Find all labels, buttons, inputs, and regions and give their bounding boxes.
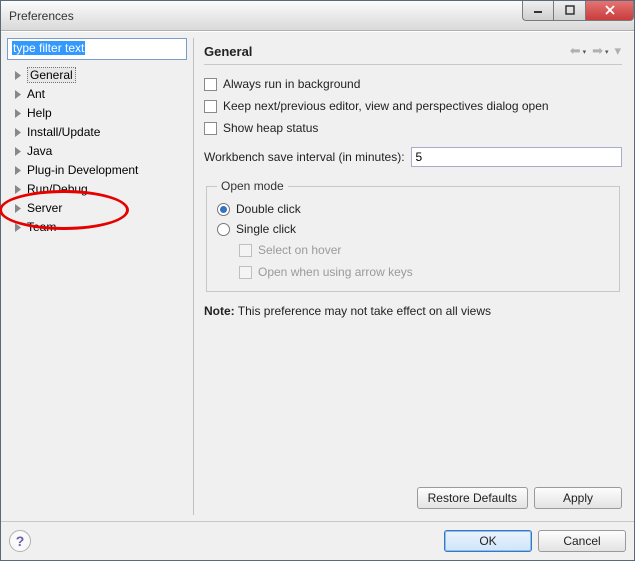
nav-back-icon[interactable]: ⬅ (569, 43, 587, 59)
nav-icons: ⬅ ➡ ▾ (569, 43, 622, 59)
tree-pane: type filter text General Ant Help Insta (7, 38, 187, 515)
checkbox-icon (204, 122, 217, 135)
radio-label: Double click (236, 202, 301, 216)
save-interval-input[interactable]: 5 (411, 147, 622, 167)
tree-label: Java (27, 144, 52, 158)
checkbox-icon (239, 244, 252, 257)
page-buttons: Restore Defaults Apply (204, 487, 622, 509)
check-label: Select on hover (258, 243, 341, 257)
check-select-on-hover: Select on hover (239, 241, 609, 259)
window-controls (522, 1, 634, 21)
spacer (204, 322, 622, 477)
open-mode-legend: Open mode (217, 179, 288, 193)
button-label: Cancel (563, 534, 600, 548)
expander-icon[interactable] (13, 203, 23, 213)
dialog-body: type filter text General Ant Help Insta (1, 31, 634, 521)
check-label: Keep next/previous editor, view and pers… (223, 99, 549, 113)
expander-icon[interactable] (13, 146, 23, 156)
check-label: Open when using arrow keys (258, 265, 413, 279)
form: Always run in background Keep next/previ… (204, 75, 622, 509)
filter-input-text: type filter text (12, 41, 85, 55)
tree-label: Plug-in Development (27, 163, 138, 177)
expander-icon[interactable] (13, 222, 23, 232)
tree-item-plugin-dev[interactable]: Plug-in Development (7, 161, 187, 179)
tree-label: General (27, 67, 76, 83)
content-header: General ⬅ ➡ ▾ (204, 38, 622, 64)
radio-icon (217, 203, 230, 216)
save-interval-label: Workbench save interval (in minutes): (204, 150, 405, 164)
radio-icon (217, 223, 230, 236)
help-icon[interactable]: ? (9, 530, 31, 552)
check-label: Always run in background (223, 77, 360, 91)
tree-item-general[interactable]: General (7, 66, 187, 84)
preferences-dialog: Preferences type filter text General (0, 0, 635, 561)
tree-label: Install/Update (27, 125, 100, 139)
radio-label: Single click (236, 222, 296, 236)
window-title: Preferences (9, 9, 74, 23)
note-label: Note: (204, 304, 235, 318)
tree-item-server[interactable]: Server (7, 199, 187, 217)
close-icon (604, 5, 616, 15)
cancel-button[interactable]: Cancel (538, 530, 626, 552)
content-pane: General ⬅ ➡ ▾ Always run in background K… (193, 38, 628, 515)
tree-item-ant[interactable]: Ant (7, 85, 187, 103)
radio-single-click[interactable]: Single click (217, 219, 609, 239)
tree-label: Server (27, 201, 62, 215)
tree-label: Ant (27, 87, 45, 101)
check-open-arrow-keys: Open when using arrow keys (239, 263, 609, 281)
checkbox-icon (204, 100, 217, 113)
footer-buttons: OK Cancel (444, 530, 626, 552)
category-tree[interactable]: General Ant Help Install/Update Java (7, 64, 187, 515)
tree-label: Help (27, 106, 52, 120)
minimize-icon (533, 5, 543, 15)
button-label: OK (479, 534, 496, 548)
nav-forward-icon[interactable]: ➡ (591, 43, 609, 59)
save-interval-value: 5 (416, 150, 423, 164)
button-label: Restore Defaults (428, 491, 517, 505)
tree-item-java[interactable]: Java (7, 142, 187, 160)
single-click-subopts: Select on hover Open when using arrow ke… (217, 241, 609, 281)
expander-icon[interactable] (13, 108, 23, 118)
check-keep-next-prev[interactable]: Keep next/previous editor, view and pers… (204, 97, 622, 115)
check-label: Show heap status (223, 121, 318, 135)
filter-input[interactable]: type filter text (7, 38, 187, 60)
expander-icon[interactable] (13, 89, 23, 99)
check-show-heap[interactable]: Show heap status (204, 119, 622, 137)
tree-item-team[interactable]: Team (7, 218, 187, 236)
tree-item-run-debug[interactable]: Run/Debug (7, 180, 187, 198)
note-row: Note: This preference may not take effec… (204, 304, 622, 318)
footer: ? OK Cancel (1, 521, 634, 560)
close-button[interactable] (586, 1, 634, 21)
tree-label: Run/Debug (27, 182, 88, 196)
checkbox-icon (204, 78, 217, 91)
page-title: General (204, 44, 252, 59)
maximize-icon (565, 5, 575, 15)
maximize-button[interactable] (554, 1, 586, 21)
note-text: This preference may not take effect on a… (235, 304, 491, 318)
checkbox-icon (239, 266, 252, 279)
save-interval-row: Workbench save interval (in minutes): 5 (204, 147, 622, 167)
radio-double-click[interactable]: Double click (217, 199, 609, 219)
divider (204, 64, 622, 65)
open-mode-group: Open mode Double click Single click Sele… (206, 179, 620, 292)
ok-button[interactable]: OK (444, 530, 532, 552)
apply-button[interactable]: Apply (534, 487, 622, 509)
expander-icon[interactable] (13, 127, 23, 137)
tree-item-install-update[interactable]: Install/Update (7, 123, 187, 141)
titlebar: Preferences (1, 1, 634, 31)
button-label: Apply (563, 491, 593, 505)
expander-icon[interactable] (13, 184, 23, 194)
restore-defaults-button[interactable]: Restore Defaults (417, 487, 528, 509)
expander-icon[interactable] (13, 70, 23, 80)
expander-icon[interactable] (13, 165, 23, 175)
tree-label: Team (27, 220, 56, 234)
check-always-run-bg[interactable]: Always run in background (204, 75, 622, 93)
nav-menu-icon[interactable]: ▾ (613, 43, 622, 59)
minimize-button[interactable] (522, 1, 554, 21)
tree-item-help[interactable]: Help (7, 104, 187, 122)
